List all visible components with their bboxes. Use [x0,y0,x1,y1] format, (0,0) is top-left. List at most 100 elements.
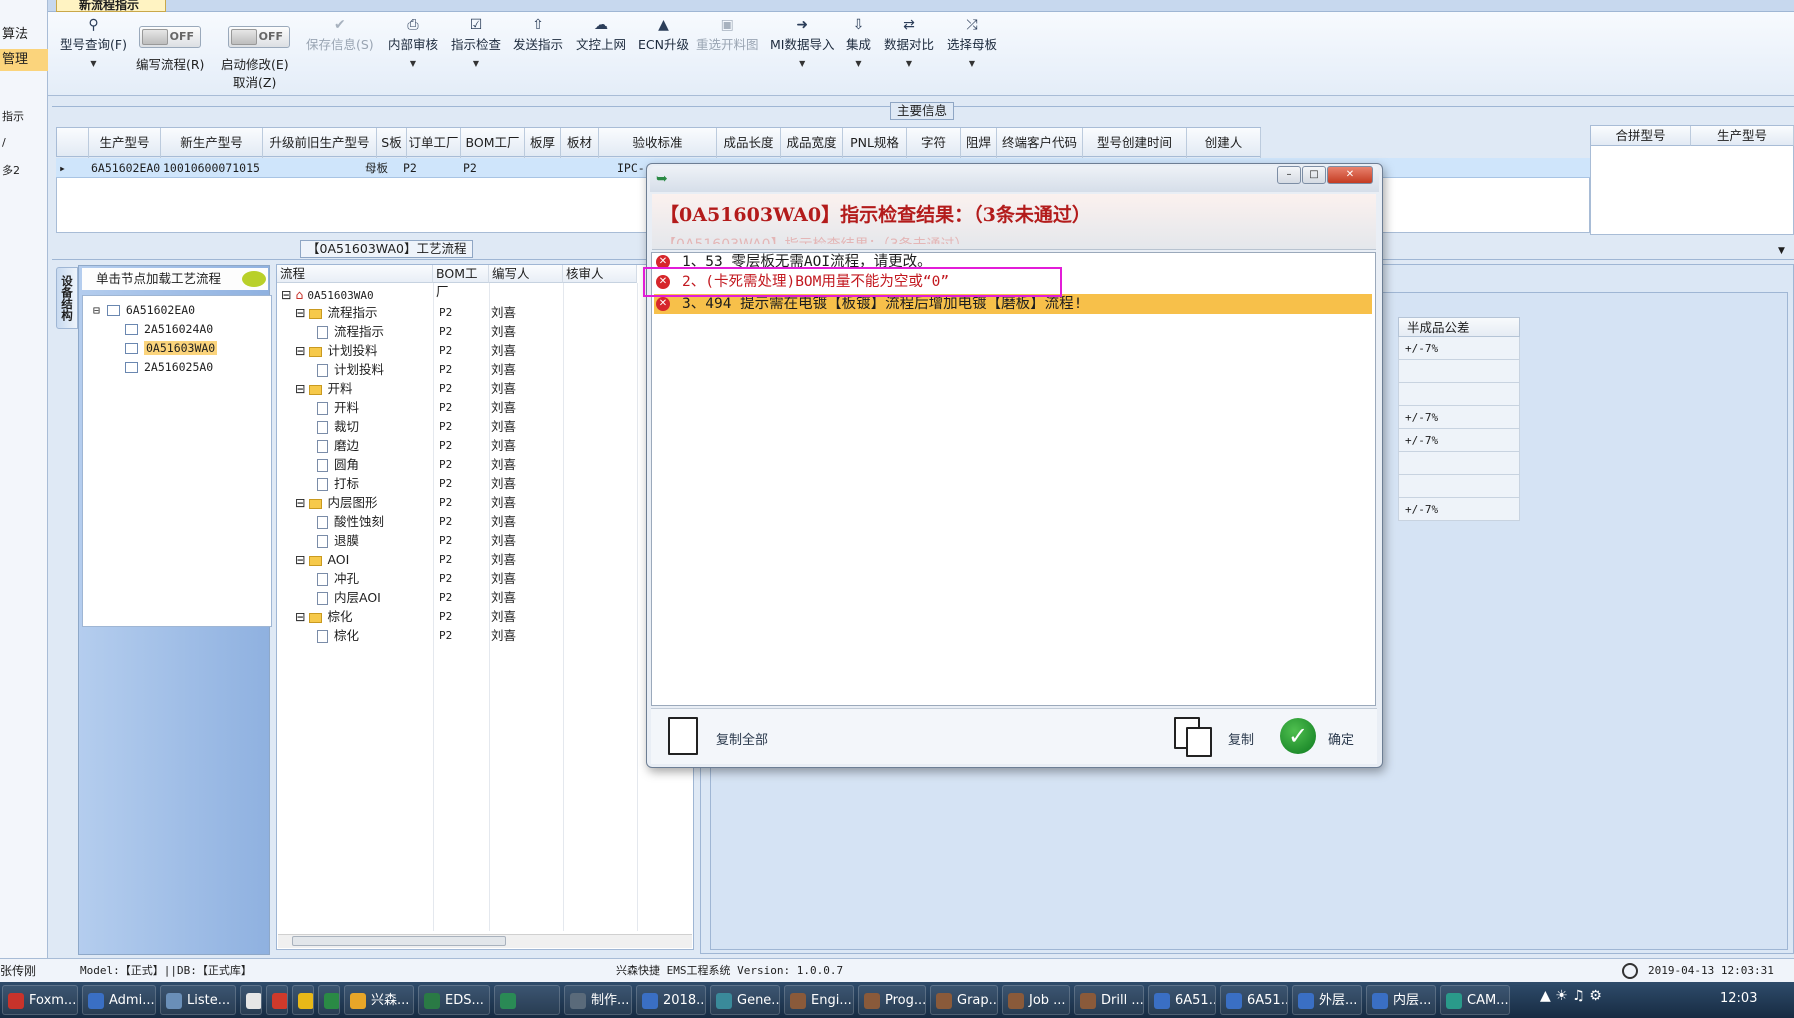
integrate-button[interactable]: ⇩ 集成 ▼ [846,16,871,68]
taskbar-app-button[interactable]: Prog... [858,985,926,1015]
dropdown-arrow-icon[interactable]: ▼ [947,59,997,68]
flow-group-node[interactable]: ⊟ 计划投料 P2 刘喜 [295,341,516,360]
model-query-button[interactable]: ⚲ 型号查询(F) ▼ [60,16,127,68]
taskbar-app-button[interactable]: 内层... [1366,985,1436,1015]
flow-step-node[interactable]: 冲孔 P2 刘喜 [317,569,516,588]
ok-check-icon[interactable]: ✓ [1280,718,1316,754]
column-header[interactable]: 生产型号 [89,128,161,158]
internal-review-button[interactable]: ⎙ 内部审核 ▼ [388,16,438,68]
dropdown-arrow-icon[interactable]: ▼ [451,59,501,68]
left-nav-item-selected[interactable]: 管理 [0,49,48,71]
flow-step-node[interactable]: 流程指示 P2 刘喜 [317,322,516,341]
document-icon[interactable] [668,717,698,755]
save-info-button[interactable]: ✔ 保存信息(S) [306,16,374,53]
taskbar-app-button[interactable] [318,985,340,1015]
mi-data-import-button[interactable]: ➜ MI数据导入 ▼ [770,16,834,68]
minimize-button[interactable]: – [1277,166,1301,184]
cell-order-factory[interactable]: P2 [400,158,417,178]
column-header[interactable]: 核审人 [563,265,637,283]
dropdown-arrow-icon[interactable]: ▼ [770,59,834,68]
taskbar-app-button[interactable] [266,985,288,1015]
taskbar-app-button[interactable]: Foxm... [2,985,78,1015]
dropdown-arrow-icon[interactable]: ▼ [388,59,438,68]
cell-model[interactable]: 6A51602EA0 [88,158,160,178]
flow-step-node[interactable]: 酸性蚀刻 P2 刘喜 [317,512,516,531]
taskbar-app-button[interactable]: Liste... [160,985,236,1015]
list-item-selected[interactable]: ✕ 3、494 提示需在电镀【板镀】流程后增加电镀【磨板】流程! [654,294,1372,314]
column-header[interactable]: 合拼型号 [1591,126,1691,146]
tree-node-selected[interactable]: 0A51603WA0 [125,340,218,356]
column-header[interactable]: BOM工厂 [433,265,489,299]
cell-bom-factory[interactable]: P2 [460,158,477,178]
column-header[interactable]: 终端客户代码 [997,128,1083,158]
start-edit-toggle[interactable]: OFF [228,26,290,48]
dropdown-arrow-icon[interactable]: ▼ [846,59,871,68]
flow-step-node[interactable]: 内层AOI P2 刘喜 [317,588,516,607]
column-header[interactable]: 新生产型号 [161,128,263,158]
table-cell[interactable]: +/-7% [1398,337,1520,360]
column-header[interactable]: 升级前旧生产型号 [263,128,377,158]
collapse-icon[interactable]: ⊟ [295,381,309,396]
flow-group-node[interactable]: ⊟ 开料 P2 刘喜 [295,379,516,398]
flow-step-node[interactable]: 圆角 P2 刘喜 [317,455,516,474]
table-cell[interactable]: +/-7% [1398,429,1520,452]
taskbar-app-button[interactable] [240,985,262,1015]
tree-node[interactable]: 2A516024A0 [125,321,213,337]
taskbar-app-button[interactable]: CAM... [1440,985,1510,1015]
table-cell[interactable] [1398,452,1520,475]
taskbar-app-button[interactable]: 制作... [564,985,632,1015]
column-header[interactable]: PNL规格 [843,128,907,158]
flow-step-node[interactable]: 磨边 P2 刘喜 [317,436,516,455]
scrollbar-thumb[interactable] [292,936,506,946]
flow-group-node[interactable]: ⊟ AOI P2 刘喜 [295,550,516,569]
taskbar-app-button[interactable]: Grap... [930,985,998,1015]
column-header[interactable]: 字符 [907,128,961,158]
cell-standard[interactable]: IPC- [614,158,645,178]
taskbar-app-button[interactable]: Drill ... [1074,985,1144,1015]
flow-step-node[interactable]: 棕化 P2 刘喜 [317,626,516,645]
column-header[interactable]: 板材 [561,128,599,158]
taskbar-app-button[interactable]: 外层... [1292,985,1362,1015]
table-cell[interactable]: +/-7% [1398,498,1520,521]
ecn-upgrade-button[interactable]: ▲ ECN升级 [638,16,689,53]
select-mother-board-button[interactable]: ⤮ 选择母板 ▼ [947,16,997,68]
close-button[interactable]: ✕ [1327,166,1373,184]
table-cell[interactable] [1398,383,1520,406]
collapse-icon[interactable]: ⊟ [295,305,309,320]
collapse-icon[interactable]: ⊟ [295,343,309,358]
flow-group-node[interactable]: ⊟ 棕化 P2 刘喜 [295,607,516,626]
collapse-icon[interactable]: ⊟ [93,303,100,317]
tab-new-process[interactable]: 新流程指示 [56,0,166,12]
cell-s-board[interactable]: 母板 [362,158,388,178]
taskbar-app-button[interactable]: Engi... [784,985,854,1015]
column-header[interactable]: 型号创建时间 [1083,128,1187,158]
tree-node[interactable]: ⊟ 6A51602EA0 [93,302,195,318]
dialog-titlebar[interactable]: ➥ [650,166,1379,192]
left-nav-item[interactable]: / [0,132,48,154]
column-header[interactable]: 成品长度 [717,128,781,158]
tree-node[interactable]: 2A516025A0 [125,359,213,375]
column-header[interactable]: 创建人 [1187,128,1261,158]
dropdown-arrow-icon[interactable]: ▼ [60,59,127,68]
column-header[interactable]: 验收标准 [599,128,717,158]
column-header[interactable]: 板厚 [525,128,561,158]
taskbar-app-button[interactable]: 6A51... [1220,985,1288,1015]
tray-icons[interactable]: ▲ ☀ ♫ ⚙ [1540,988,1602,1004]
taskbar-app-button[interactable] [292,985,314,1015]
instruction-check-button[interactable]: ☑ 指示检查 ▼ [451,16,501,68]
data-compare-button[interactable]: ⇄ 数据对比 ▼ [884,16,934,68]
taskbar-app-button[interactable]: 2018... [636,985,706,1015]
column-header[interactable]: 阻焊 [961,128,997,158]
taskbar-app-button[interactable]: 兴森... [344,985,414,1015]
collapse-icon[interactable]: ⊟ [281,287,291,302]
reselect-cutting-map-button[interactable]: ▣ 重选开料图 [696,16,759,53]
left-nav-item[interactable]: 指示 [0,106,48,128]
ok-button[interactable]: 确定 [1328,729,1354,748]
column-header[interactable]: S板 [377,128,407,158]
cell-new-model[interactable]: 10010600071015 [160,158,260,178]
taskbar-app-button[interactable] [494,985,560,1015]
taskbar-app-button[interactable]: Gene... [710,985,780,1015]
flow-root-node[interactable]: ⊟ ⌂ 0A51603WA0 [281,285,374,304]
column-header[interactable]: BOM工厂 [461,128,525,158]
flow-step-node[interactable]: 退膜 P2 刘喜 [317,531,516,550]
